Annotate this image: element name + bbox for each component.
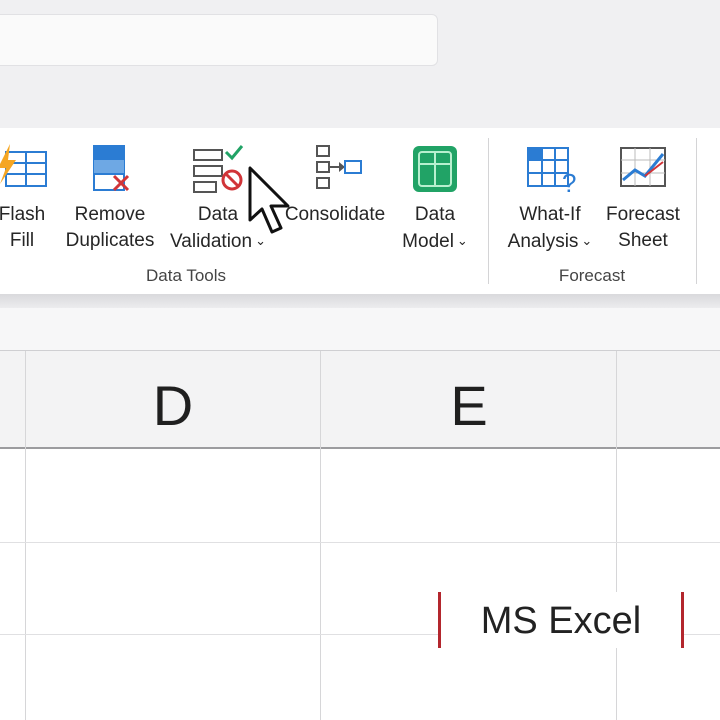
grid-line: [25, 351, 26, 720]
remove-duplicates-label-2: Duplicates: [65, 230, 155, 251]
data-validation-icon: [193, 145, 244, 193]
column-header-e[interactable]: E: [450, 373, 487, 438]
remove-duplicates-button[interactable]: Remove Duplicates: [62, 140, 158, 254]
forecast-sheet-icon: [620, 147, 666, 187]
watermark-text: MS Excel: [480, 600, 642, 642]
grid-line: [616, 351, 617, 720]
what-if-analysis-icon: ?: [527, 147, 576, 198]
group-separator: [488, 138, 489, 284]
watermark-bar-right: [681, 592, 684, 648]
grid-line: [320, 351, 321, 720]
consolidate-label: Consolidate: [284, 204, 386, 225]
ribbon-shadow: [0, 294, 720, 308]
chevron-down-icon: ⌄: [581, 233, 593, 248]
data-model-label-2: Model ⌄: [402, 231, 468, 252]
column-header-d[interactable]: D: [153, 373, 193, 438]
title-area: [0, 0, 720, 128]
remove-duplicates-icon: [93, 145, 130, 192]
consolidate-icon: [316, 145, 362, 189]
what-if-analysis-label-1: What-If: [519, 204, 581, 225]
forecast-sheet-button[interactable]: Forecast Sheet: [602, 140, 684, 254]
data-model-label-1: Data: [414, 204, 456, 225]
grid-line: [0, 542, 720, 543]
data-ribbon: Flash Fill Remove Duplicates Data Valida…: [0, 128, 720, 294]
flash-fill-label-1: Flash: [0, 204, 46, 225]
column-header-row: D E: [0, 351, 720, 449]
formula-bar-area: [0, 308, 720, 351]
group-label-data-tools: Data Tools: [145, 266, 227, 285]
chevron-down-icon: ⌄: [456, 233, 468, 248]
consolidate-button[interactable]: Consolidate: [282, 140, 388, 228]
what-if-analysis-button[interactable]: ? What-If Analysis ⌄: [500, 140, 600, 255]
flash-fill-label-2: Fill: [9, 230, 35, 251]
data-model-button[interactable]: Data Model ⌄: [392, 140, 478, 255]
what-if-analysis-label-2: Analysis ⌄: [507, 231, 593, 252]
remove-duplicates-label-1: Remove: [74, 204, 146, 225]
flash-fill-icon: [0, 144, 47, 187]
group-separator: [696, 138, 697, 284]
data-model-icon: [413, 146, 457, 192]
group-label-forecast: Forecast: [558, 266, 626, 285]
svg-text:?: ?: [562, 168, 576, 198]
watermark: MS Excel: [438, 592, 684, 648]
mouse-pointer-icon: [248, 166, 290, 234]
forecast-sheet-label-2: Sheet: [618, 230, 668, 251]
search-input[interactable]: [0, 14, 438, 66]
flash-fill-button[interactable]: Flash Fill: [0, 140, 52, 254]
forecast-sheet-label-1: Forecast: [606, 204, 680, 225]
